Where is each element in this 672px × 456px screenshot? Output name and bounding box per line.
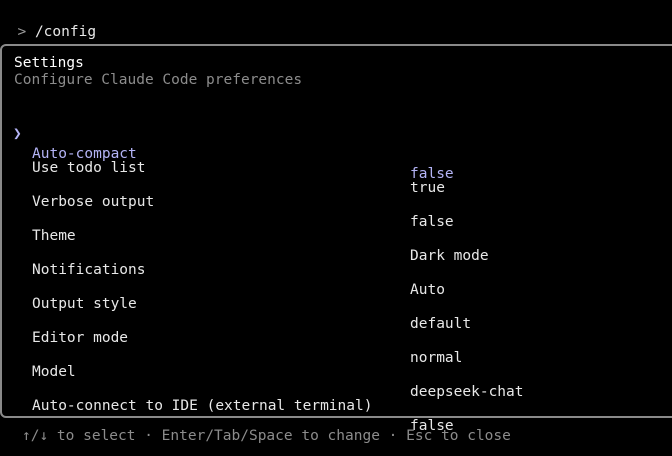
keyboard-hint: ↑/↓ to select · Enter/Tab/Space to chang… <box>22 428 511 444</box>
panel-subtitle: Configure Claude Code preferences <box>14 72 303 88</box>
setting-row-auto-compact[interactable]: ❯ Auto-compact false <box>2 104 672 182</box>
command-line: > /config <box>0 2 96 40</box>
prompt-marker: > <box>17 24 27 40</box>
setting-row-editor-mode[interactable]: Editor mode normal <box>2 308 672 366</box>
setting-row-theme[interactable]: Theme Dark mode <box>2 206 672 264</box>
setting-row-output-style[interactable]: Output style default <box>2 274 672 332</box>
settings-panel: Settings Configure Claude Code preferenc… <box>0 44 672 434</box>
setting-row-notifications[interactable]: Notifications Auto <box>2 240 672 298</box>
setting-row-model[interactable]: Model deepseek-chat <box>2 342 672 400</box>
command-text: /config <box>34 24 97 40</box>
panel-title: Settings <box>14 55 84 71</box>
setting-row-verbose-output[interactable]: Verbose output false <box>2 172 672 230</box>
setting-row-auto-connect-ide[interactable]: Auto-connect to IDE (external terminal) … <box>2 376 672 434</box>
setting-row-use-todo-list[interactable]: Use todo list true <box>2 138 672 196</box>
setting-label: Auto-connect to IDE (external terminal) <box>32 398 373 414</box>
